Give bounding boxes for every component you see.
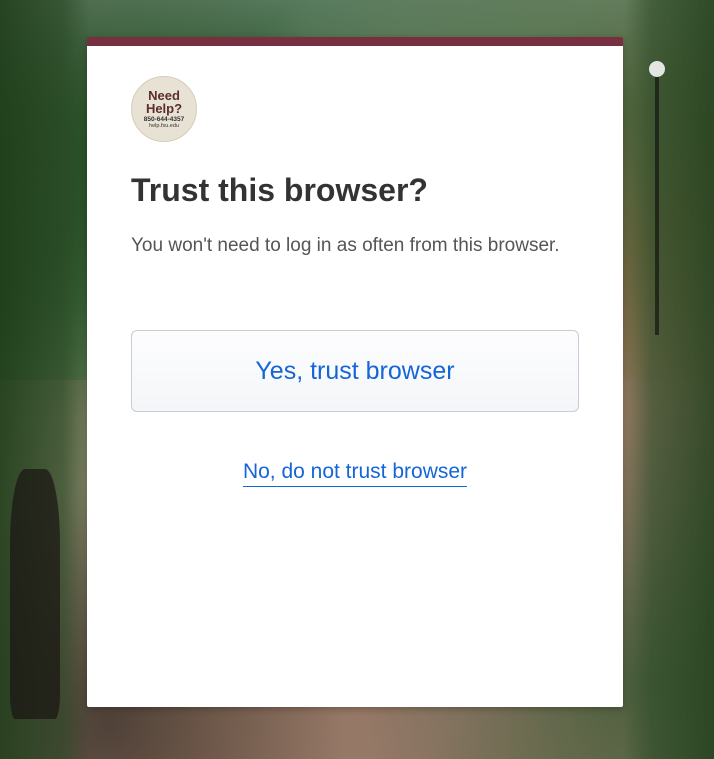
subtitle-text: You won't need to log in as often from t…: [131, 231, 579, 260]
background-trees-right: [624, 0, 714, 759]
trust-browser-modal: Need Help? 850-644-4357 help.fsu.edu Tru…: [87, 37, 623, 707]
modal-content: Need Help? 850-644-4357 help.fsu.edu Tru…: [87, 46, 623, 527]
help-badge-url: help.fsu.edu: [149, 123, 179, 129]
help-badge-phone: 850-644-4357: [144, 116, 184, 123]
help-badge[interactable]: Need Help? 850-644-4357 help.fsu.edu: [131, 76, 197, 142]
page-title: Trust this browser?: [131, 172, 579, 209]
secondary-link-wrap: No, do not trust browser: [131, 460, 579, 487]
background-lamppost: [655, 75, 659, 335]
help-badge-title-line2: Help?: [146, 102, 182, 115]
do-not-trust-link[interactable]: No, do not trust browser: [243, 460, 467, 487]
trust-browser-button[interactable]: Yes, trust browser: [131, 330, 579, 412]
background-statue: [10, 469, 60, 719]
